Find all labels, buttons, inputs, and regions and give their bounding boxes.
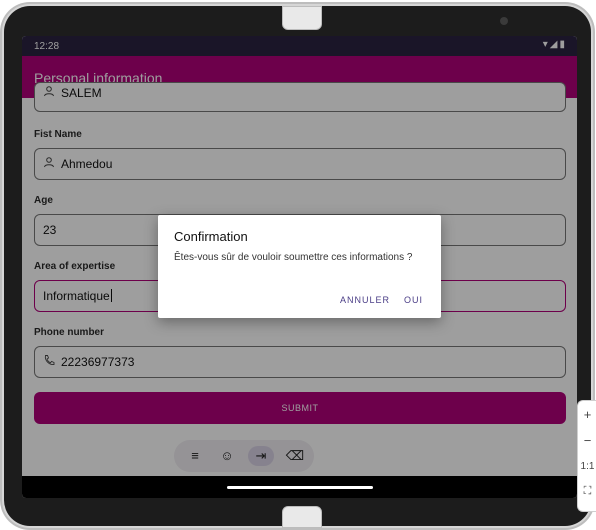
dialog-message: Êtes-vous sûr de vouloir soumettre ces i… [174,252,413,263]
home-gesture-handle[interactable] [227,486,373,489]
fit-screen-icon[interactable]: ⛶ [578,485,596,498]
zoom-in-icon[interactable]: + [578,407,596,422]
camera-icon [500,17,508,25]
device-hinge-bottom [282,506,322,528]
phone-screen: 12:28 ▾◢▮ Personal information SALEM Fis… [22,36,577,498]
confirmation-dialog: Confirmation Êtes-vous sûr de vouloir so… [158,215,441,318]
zoom-ratio-button[interactable]: 1:1 [578,461,596,472]
device-hinge-top [282,6,322,30]
dialog-title: Confirmation [174,229,248,244]
cancel-button[interactable]: ANNULER [340,295,390,305]
emulator-side-toolbar: + − 1:1 ⛶ [577,400,596,512]
zoom-out-icon[interactable]: − [578,433,596,448]
navigation-bar [22,476,577,498]
confirm-button[interactable]: OUI [404,295,423,305]
